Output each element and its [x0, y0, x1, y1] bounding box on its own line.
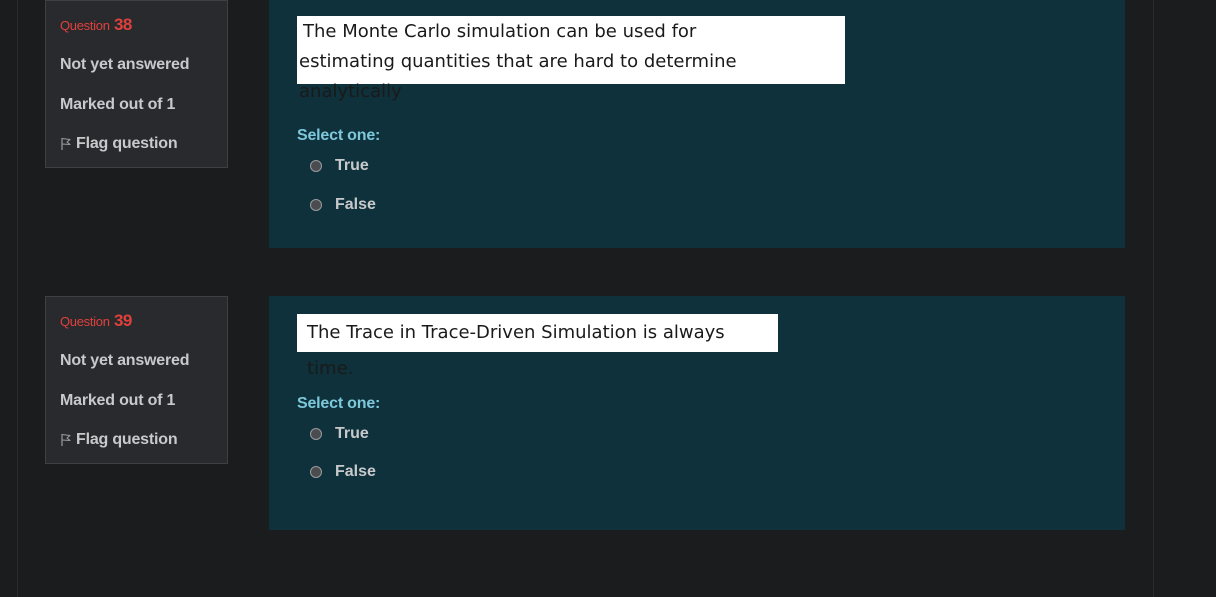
question-number-value: 38	[113, 15, 132, 34]
question-state: Not yet answered	[60, 56, 190, 73]
radio-true[interactable]	[310, 428, 322, 440]
question-state: Not yet answered	[60, 352, 190, 369]
question-grade: Marked out of 1	[60, 96, 176, 113]
question-content-panel: The Monte Carlo simulation can be used f…	[269, 0, 1125, 248]
question-text-line: The Trace in Trace-Driven Simulation is …	[307, 322, 725, 379]
question-text: The Trace in Trace-Driven Simulation is …	[297, 314, 778, 379]
question-text-line: estimating quantities that are hard to d…	[299, 51, 737, 102]
question-number: Question 38	[60, 15, 132, 35]
radio-false[interactable]	[310, 466, 322, 478]
option-true-label: True	[335, 157, 369, 174]
option-false[interactable]: False	[310, 196, 376, 214]
option-true[interactable]: True	[310, 157, 369, 175]
option-false[interactable]: False	[310, 463, 376, 481]
option-true[interactable]: True	[310, 425, 369, 443]
flag-icon	[60, 137, 72, 151]
flag-icon	[60, 433, 72, 447]
question-number-value: 39	[113, 311, 132, 330]
flag-question-button[interactable]: Flag question	[60, 431, 178, 449]
radio-false[interactable]	[310, 199, 322, 211]
flag-question-button[interactable]: Flag question	[60, 135, 178, 153]
option-false-label: False	[335, 463, 376, 480]
question-number: Question 39	[60, 311, 132, 331]
select-one-prompt: Select one:	[297, 395, 381, 412]
option-true-label: True	[335, 425, 369, 442]
flag-question-label: Flag question	[76, 135, 178, 152]
select-one-prompt: Select one:	[297, 127, 381, 144]
question-label: Question	[60, 314, 110, 329]
question-text-line: The Monte Carlo simulation can be used f…	[303, 21, 697, 42]
question-text: The Monte Carlo simulation can be used f…	[297, 16, 845, 102]
question-content-panel: The Trace in Trace-Driven Simulation is …	[269, 296, 1125, 530]
question-info-panel: Question 39 Not yet answered Marked out …	[45, 296, 228, 464]
question-grade: Marked out of 1	[60, 392, 176, 409]
left-divider	[17, 0, 18, 597]
radio-true[interactable]	[310, 160, 322, 172]
quiz-page: Question 38 Not yet answered Marked out …	[0, 0, 1216, 597]
flag-question-label: Flag question	[76, 431, 178, 448]
right-divider	[1153, 0, 1154, 597]
question-info-panel: Question 38 Not yet answered Marked out …	[45, 0, 228, 168]
question-label: Question	[60, 18, 110, 33]
option-false-label: False	[335, 196, 376, 213]
